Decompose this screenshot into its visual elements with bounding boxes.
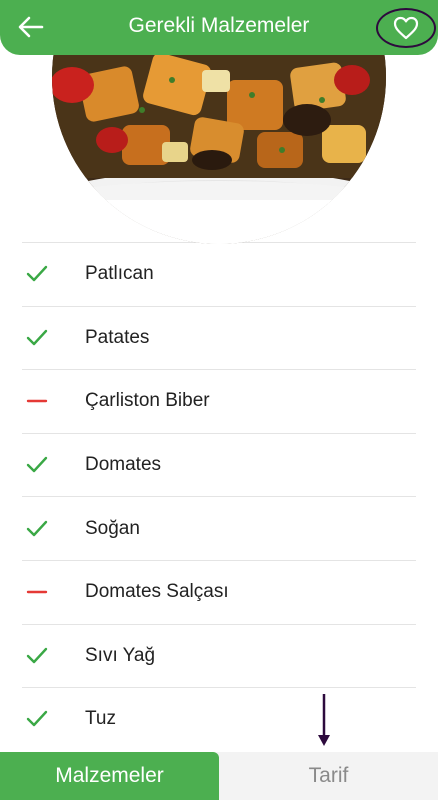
check-icon xyxy=(26,518,48,540)
ingredient-list: Patlıcan Patates Çarliston Biber Domates… xyxy=(22,242,416,751)
list-item: Sıvı Yağ xyxy=(22,623,416,688)
list-item: Domates Salçası xyxy=(22,559,416,624)
minus-icon xyxy=(26,581,48,603)
page-title: Gerekli Malzemeler xyxy=(128,14,310,37)
annotation-arrow-icon xyxy=(318,694,330,746)
check-icon xyxy=(26,263,48,285)
ingredient-name: Patlıcan xyxy=(85,263,154,285)
ingredient-name: Patates xyxy=(85,326,150,348)
ingredient-name: Tuz xyxy=(85,708,116,730)
list-item: Çarliston Biber xyxy=(22,369,416,433)
check-icon xyxy=(26,645,48,667)
ingredient-name: Soğan xyxy=(85,517,140,539)
tab-ingredients[interactable]: Malzemeler xyxy=(0,752,219,800)
ingredient-name: Çarliston Biber xyxy=(85,390,210,412)
check-icon xyxy=(26,327,48,349)
list-item: Patlıcan xyxy=(22,242,416,306)
list-item: Domates xyxy=(22,432,416,497)
ingredient-name: Sıvı Yağ xyxy=(85,644,156,666)
check-icon xyxy=(26,454,48,476)
ingredient-name: Domates Salçası xyxy=(85,581,229,603)
check-icon xyxy=(26,708,48,730)
tab-recipe[interactable]: Tarif xyxy=(219,752,438,800)
list-item: Patates xyxy=(22,305,416,370)
heart-outline-icon xyxy=(393,16,419,40)
favorite-button[interactable] xyxy=(376,8,436,48)
list-item: Soğan xyxy=(22,496,416,560)
bottom-tabs: Malzemeler Tarif xyxy=(0,752,438,800)
minus-icon xyxy=(26,390,48,412)
ingredient-name: Domates xyxy=(85,454,162,476)
list-item: Tuz xyxy=(22,687,416,751)
app-header: Gerekli Malzemeler xyxy=(0,0,438,55)
